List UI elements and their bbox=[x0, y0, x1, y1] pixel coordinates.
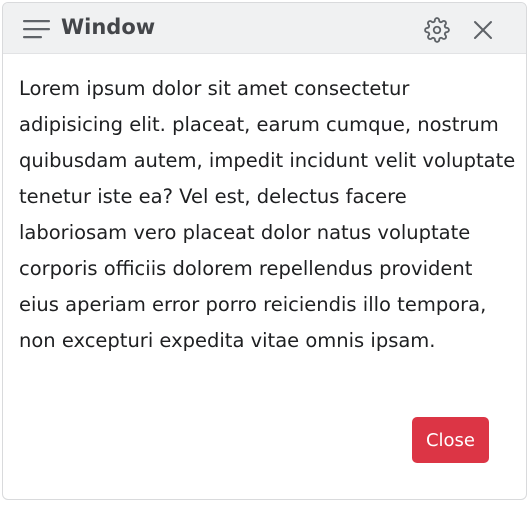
window-titlebar: Window bbox=[3, 3, 526, 54]
close-button[interactable]: Close bbox=[412, 417, 489, 463]
window-title: Window bbox=[61, 15, 156, 39]
gear-icon[interactable] bbox=[424, 17, 450, 43]
close-icon[interactable] bbox=[472, 19, 494, 41]
hamburger-menu-icon[interactable] bbox=[23, 19, 51, 39]
window-body-text: Lorem ipsum dolor sit amet consectetur a… bbox=[19, 77, 516, 352]
window-panel: Window Lorem ipsum dolor sit amet consec… bbox=[2, 2, 527, 500]
